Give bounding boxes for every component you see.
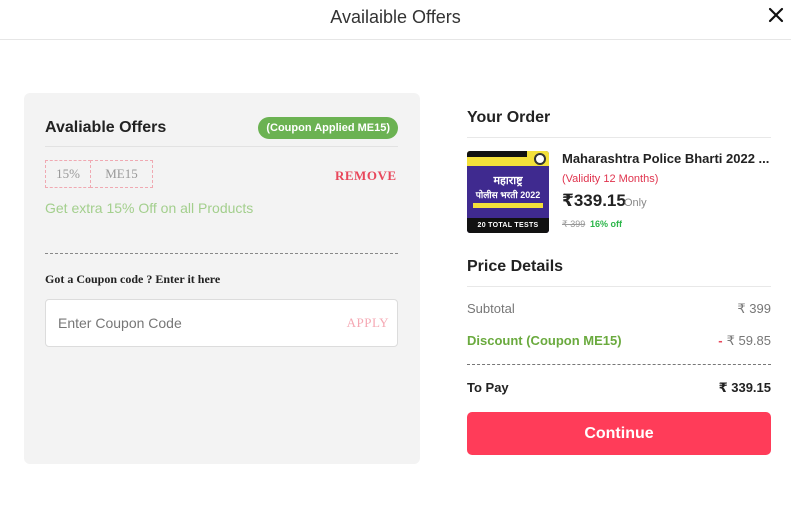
subtotal-label: Subtotal <box>467 301 515 316</box>
subtotal-value: ₹ 399 <box>737 301 771 316</box>
continue-button[interactable]: Continue <box>467 412 771 455</box>
modal-title: Availaible Offers <box>330 7 461 27</box>
price-suffix: Only <box>624 197 647 209</box>
modal-header: Availaible Offers <box>0 0 791 40</box>
discount-value: ₹ 59.85 <box>726 333 771 348</box>
coupon-applied-badge: (Coupon Applied ME15) <box>258 117 398 139</box>
product-thumbnail[interactable]: महाराष्ट्र पोलीस भरती 2022 20 TOTAL TEST… <box>467 151 549 233</box>
divider <box>467 286 771 287</box>
discount-sign: - <box>718 333 723 348</box>
product-validity: (Validity 12 Months) <box>562 173 659 185</box>
thumbnail-footer: 20 TOTAL TESTS <box>467 218 549 233</box>
thumbnail-tagline <box>473 203 543 208</box>
remove-coupon-button[interactable]: REMOVE <box>335 168 397 184</box>
offers-header: Avaliable Offers (Coupon Applied ME15) <box>45 117 398 147</box>
to-pay-label: To Pay <box>467 380 509 395</box>
coupon-code: ME15 <box>90 160 153 188</box>
thumbnail-banner-top <box>467 151 527 157</box>
offer-description: Get extra 15% Off on all Products <box>45 200 254 216</box>
to-pay-value: ₹ 339.15 <box>718 380 771 395</box>
thumbnail-subtitle: पोलीस भरती 2022 <box>475 190 541 200</box>
thumbnail-title: महाराष्ट्र <box>493 175 523 187</box>
discount-label: Discount (Coupon ME15) <box>467 333 622 348</box>
divider <box>45 253 398 254</box>
coupon-input-box: APPLY <box>45 299 398 347</box>
your-order-title: Your Order <box>467 109 551 126</box>
coupon-prompt: Got a Coupon code ? Enter it here <box>45 272 221 286</box>
police-seal-icon <box>534 153 546 165</box>
divider <box>467 137 771 138</box>
discount-percent: 16% off <box>590 219 623 229</box>
price-details-title: Price Details <box>467 258 564 275</box>
applied-coupon-chip: 15% ME15 <box>45 160 153 188</box>
coupon-code-input[interactable] <box>58 312 318 334</box>
divider <box>467 364 771 365</box>
discount-row-value: - ₹ 59.85 <box>718 333 771 349</box>
original-price: ₹ 399 <box>562 219 586 229</box>
close-icon[interactable] <box>767 6 785 24</box>
coupon-percent: 15% <box>45 160 91 188</box>
offers-heading: Avaliable Offers <box>45 119 167 136</box>
apply-coupon-button[interactable]: APPLY <box>347 315 389 331</box>
offers-panel: Avaliable Offers (Coupon Applied ME15) 1… <box>24 93 420 464</box>
product-price: ₹339.15 <box>562 191 626 210</box>
product-name[interactable]: Maharashtra Police Bharti 2022 ... <box>562 151 771 166</box>
